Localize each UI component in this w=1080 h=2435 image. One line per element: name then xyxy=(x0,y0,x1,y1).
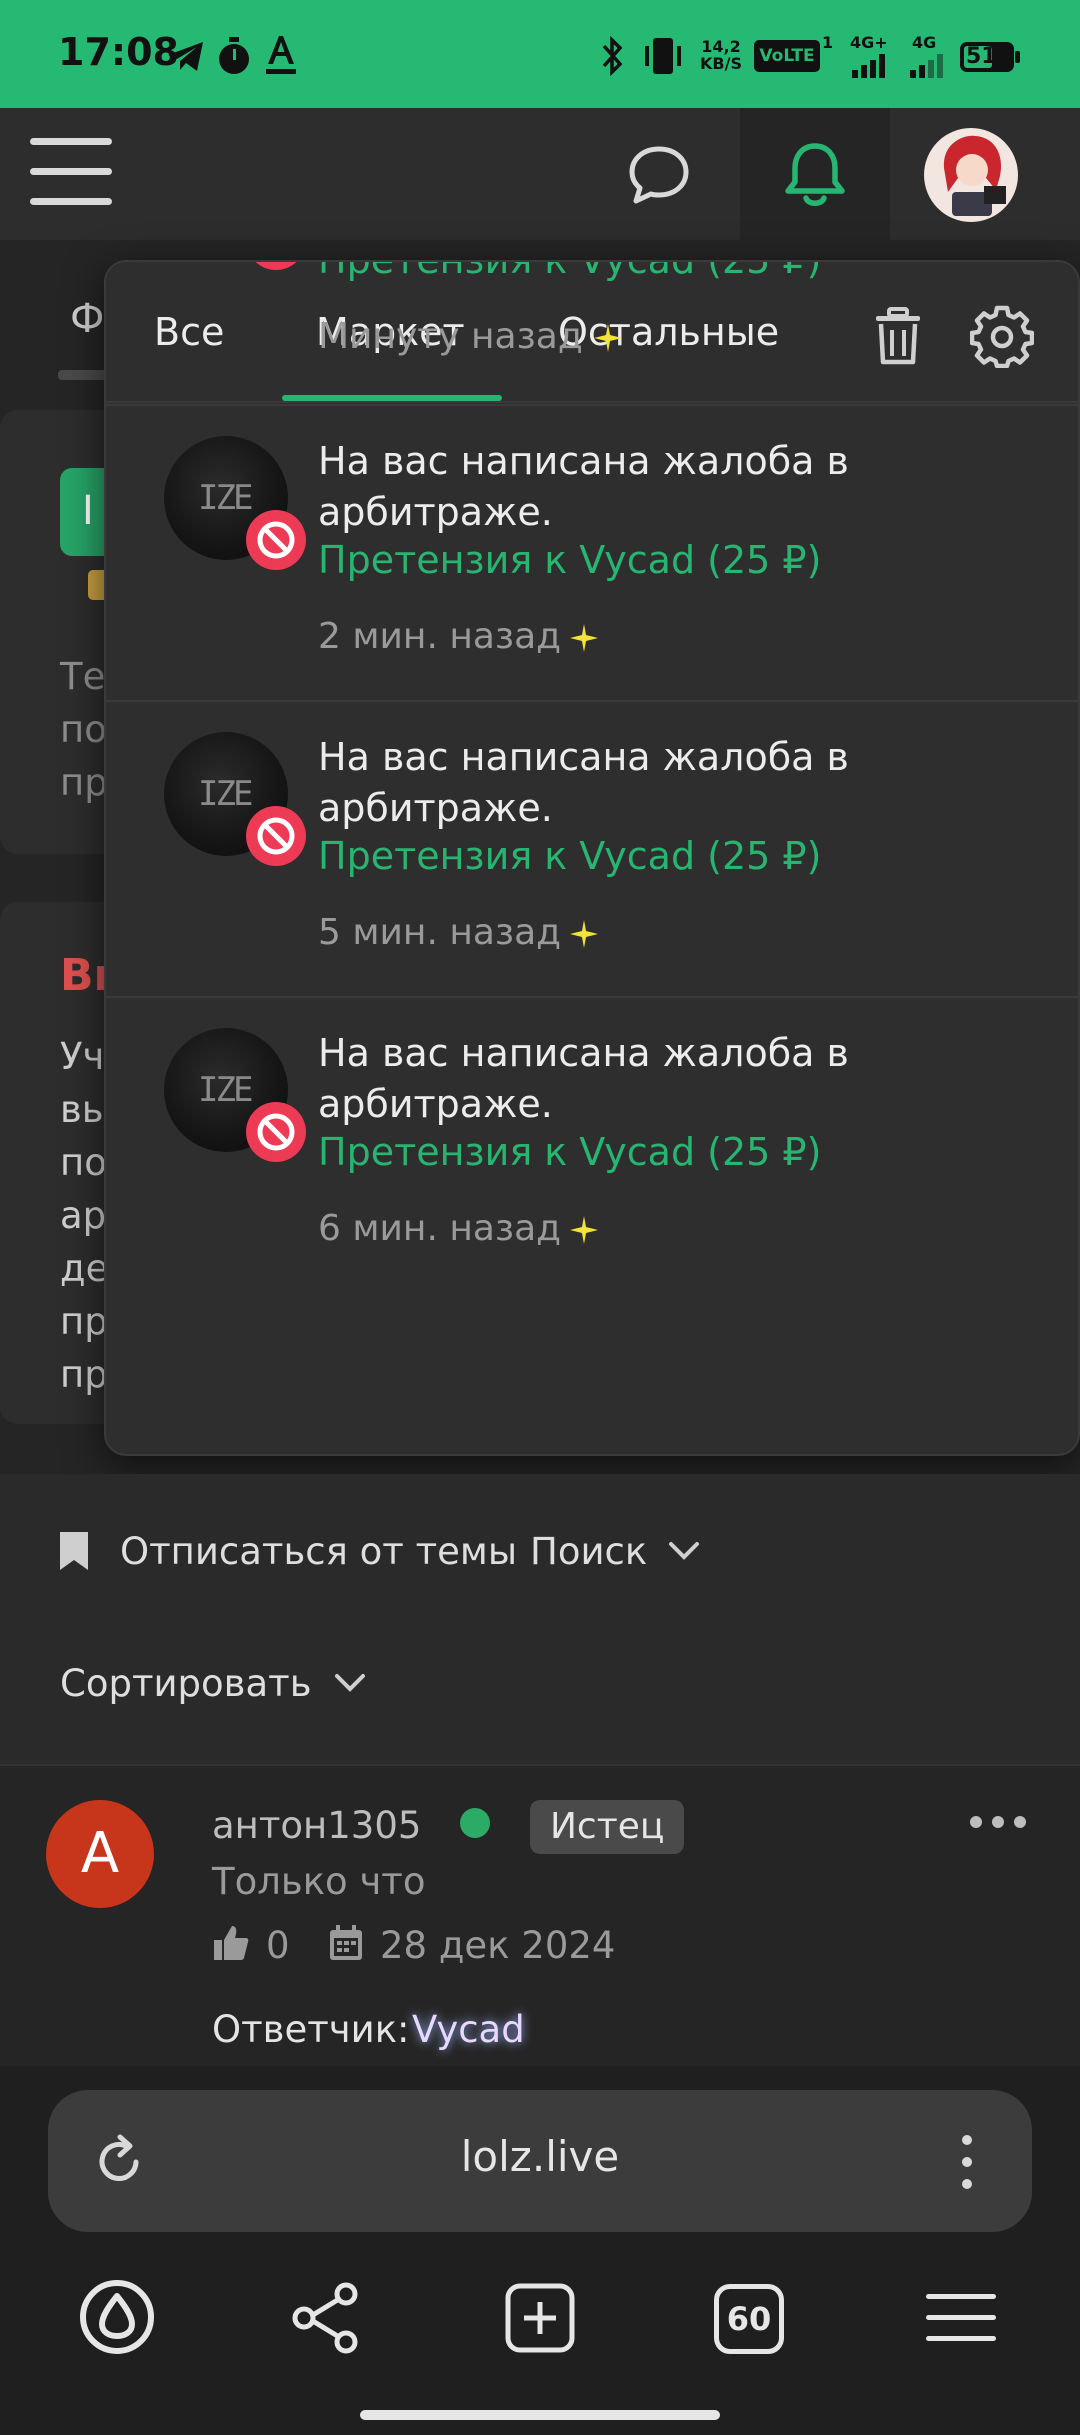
bluetooth-icon xyxy=(602,36,623,76)
telegram-icon xyxy=(168,42,203,71)
online-indicator xyxy=(460,1808,490,1838)
status-bar: 17:08 14,2 KB/S VoLTE 1 4G+ 4G 51 xyxy=(0,0,1080,108)
ban-icon xyxy=(246,1102,306,1162)
notification-time: 6 мин. назад xyxy=(318,1208,562,1249)
notifications-dropdown: Все Маркет Остальные IZE Претензия к Vyc… xyxy=(104,260,1080,1456)
respondent-name[interactable]: Vycad xyxy=(412,2008,525,2051)
sparkle-icon xyxy=(570,624,598,652)
bell-icon[interactable] xyxy=(782,140,848,210)
battery-level: 51 xyxy=(966,44,997,69)
signal-2-icon xyxy=(910,54,943,78)
share-icon[interactable] xyxy=(290,2282,362,2354)
reload-icon[interactable] xyxy=(94,2134,146,2188)
signal-1-icon xyxy=(852,54,885,78)
home-indicator[interactable] xyxy=(360,2410,720,2420)
user-avatar[interactable] xyxy=(924,128,1018,222)
more-options-icon[interactable] xyxy=(968,1812,1028,1832)
alice-assistant-icon[interactable] xyxy=(78,2278,156,2356)
new-tab-icon[interactable] xyxy=(504,2282,576,2354)
post-avatar[interactable]: A xyxy=(46,1800,154,1908)
calendar-icon xyxy=(330,1925,362,1960)
hamburger-menu-icon[interactable] xyxy=(924,2290,998,2346)
battery-icon: 51 xyxy=(960,42,1020,72)
notification-item[interactable]: IZE На вас написана жалоба в арбитраже. … xyxy=(106,996,1078,1292)
sparkle-icon xyxy=(570,1216,598,1244)
volte-badge: VoLTE xyxy=(754,40,820,72)
chevron-down-icon[interactable] xyxy=(668,1540,700,1562)
notification-link[interactable]: Претензия к Vycad (25 ₽) xyxy=(318,834,821,878)
page-card-1-text: Те по пр xyxy=(60,655,108,804)
hamburger-icon[interactable] xyxy=(28,134,114,210)
tabs-count-button[interactable]: 60 xyxy=(714,2284,784,2354)
sim1-sup: 1 xyxy=(822,33,834,52)
thread-actions-panel xyxy=(0,1474,1080,1764)
sparkle-icon xyxy=(570,920,598,948)
chevron-down-icon[interactable] xyxy=(334,1672,366,1694)
notification-message: На вас написана жалоба в арбитраже. xyxy=(318,735,849,830)
unsubscribe-button[interactable]: Отписаться от темы xyxy=(120,1530,517,1573)
sparkle-icon xyxy=(594,324,622,352)
search-dropdown[interactable]: Поиск xyxy=(530,1530,647,1573)
post-date: 28 дек 2024 xyxy=(380,1924,616,1967)
page-tab-fragment: Ф xyxy=(70,296,105,342)
post-divider xyxy=(0,1764,1080,1766)
notification-time: 5 мин. назад xyxy=(318,912,562,953)
ban-icon xyxy=(246,262,306,270)
text-format-icon xyxy=(266,36,296,74)
url-text[interactable]: lolz.live xyxy=(340,2132,740,2181)
net-speed: 14,2 KB/S xyxy=(700,37,742,73)
vibrate-icon xyxy=(645,38,681,74)
notification-link[interactable]: Претензия к Vycad (25 ₽) xyxy=(318,538,821,582)
post-time: Только что xyxy=(212,1860,426,1903)
bookmark-icon xyxy=(60,1532,88,1570)
sort-dropdown[interactable]: Сортировать xyxy=(60,1662,312,1705)
notification-time: Минуту назад xyxy=(318,316,583,357)
notification-item[interactable]: IZE На вас написана жалоба в арбитраже. … xyxy=(106,404,1078,700)
thumbs-up-icon[interactable] xyxy=(212,1924,250,1962)
notification-time: 2 мин. назад xyxy=(318,616,562,657)
status-time: 17:08 xyxy=(58,30,179,74)
notification-link[interactable]: Претензия к Vycad (25 ₽) xyxy=(318,1130,821,1174)
sim2-type: 4G xyxy=(912,33,937,52)
notification-message: На вас написана жалоба в арбитраже. xyxy=(318,1031,849,1126)
post-username[interactable]: антон1305 xyxy=(212,1804,421,1847)
chat-bubble-icon[interactable] xyxy=(626,144,692,206)
notification-item[interactable]: IZE На вас написана жалоба в арбитраже. … xyxy=(106,700,1078,996)
respondent-label: Ответчик: xyxy=(212,2008,410,2051)
role-badge: Истец xyxy=(530,1800,685,1854)
likes-count: 0 xyxy=(266,1924,290,1967)
app-header xyxy=(0,108,1080,240)
notification-link[interactable]: Претензия к Vycad (25 ₽) xyxy=(318,262,821,282)
notification-message: На вас написана жалоба в арбитраже. xyxy=(318,439,849,534)
browser-menu-icon[interactable] xyxy=(958,2132,976,2192)
sim1-type: 4G+ xyxy=(850,33,888,52)
ban-icon xyxy=(246,510,306,570)
timer-icon xyxy=(219,37,249,74)
ban-icon xyxy=(246,806,306,866)
notification-item[interactable]: IZE Претензия к Vycad (25 ₽) Минуту наза… xyxy=(106,262,1078,402)
